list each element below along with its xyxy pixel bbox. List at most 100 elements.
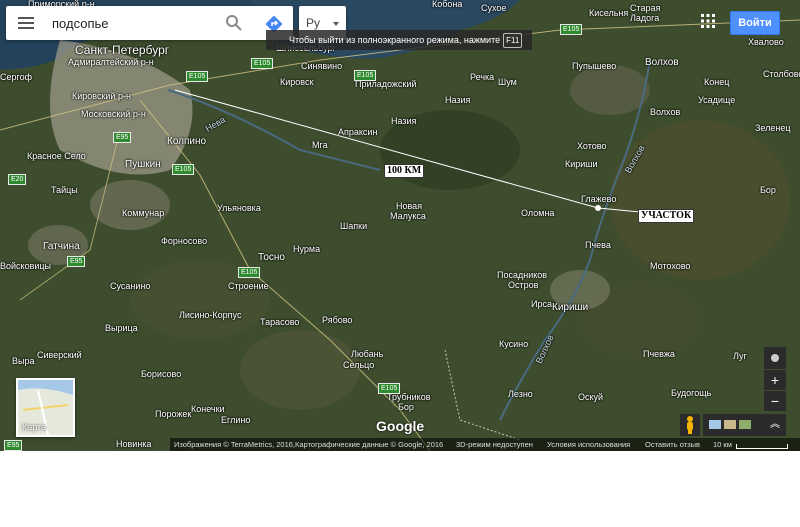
place-label: Кисельня bbox=[589, 8, 629, 18]
place-label: Сельцо bbox=[343, 360, 375, 370]
place-label: Вырица bbox=[105, 323, 138, 333]
place-label: Тарасово bbox=[260, 317, 300, 327]
compass-button[interactable] bbox=[764, 347, 786, 369]
place-label: Мга bbox=[312, 140, 328, 150]
place-label: Конечки bbox=[191, 404, 225, 414]
place-label: Волхов bbox=[650, 107, 681, 117]
place-label: Порожек bbox=[155, 409, 192, 419]
place-label: Апраксин bbox=[338, 127, 378, 137]
apps-grid-icon[interactable] bbox=[701, 14, 715, 28]
scale-bar bbox=[736, 444, 788, 449]
place-label: Кировский р-н bbox=[72, 91, 131, 101]
place-label: Выра bbox=[12, 356, 35, 366]
place-label: Тайцы bbox=[51, 185, 78, 195]
place-label: Бор bbox=[760, 185, 776, 195]
highway-shield: E95 bbox=[113, 132, 132, 143]
place-label: Усадище bbox=[698, 95, 736, 105]
highway-shield: E105 bbox=[172, 164, 195, 175]
pegman-icon bbox=[687, 416, 693, 434]
plot-annotation: УЧАСТОК bbox=[638, 209, 695, 223]
search-box bbox=[6, 6, 293, 40]
expand-icon[interactable]: ︽ bbox=[764, 414, 786, 436]
place-label: Сухое bbox=[481, 3, 507, 13]
place-label: Шум bbox=[498, 77, 517, 87]
place-label: Назия bbox=[391, 116, 417, 126]
signin-button[interactable]: Войти bbox=[730, 11, 780, 35]
pegman-button[interactable] bbox=[680, 414, 700, 436]
fullscreen-notice-key: F11 bbox=[503, 33, 523, 48]
chevron-down-icon bbox=[333, 22, 339, 26]
place-label: Посадников bbox=[497, 270, 548, 280]
highway-shield: E105 bbox=[238, 267, 261, 278]
highway-shield: E105 bbox=[251, 58, 274, 69]
zoom-in-button[interactable]: + bbox=[764, 370, 786, 390]
place-label: Форносово bbox=[161, 236, 208, 246]
place-label: Кириши bbox=[552, 302, 589, 313]
highway-shield: E20 bbox=[8, 174, 27, 185]
place-label: Приладожский bbox=[355, 79, 417, 89]
layer-thumb-terrain[interactable] bbox=[724, 420, 736, 429]
place-label: Речка bbox=[470, 72, 495, 82]
place-label: Луг bbox=[733, 351, 747, 361]
zoom-out-button[interactable]: − bbox=[764, 391, 786, 411]
place-label: Назия bbox=[445, 95, 471, 105]
compass-icon bbox=[771, 354, 779, 362]
place-label: Сергоф bbox=[0, 72, 33, 82]
place-label: Синявино bbox=[301, 61, 343, 71]
feedback-link[interactable]: Оставить отзыв bbox=[645, 438, 700, 451]
place-label: Кириши bbox=[565, 159, 598, 169]
highway-shield: E105 bbox=[186, 71, 209, 82]
place-label: Войсковицы bbox=[0, 261, 52, 271]
search-icon[interactable] bbox=[225, 14, 243, 32]
place-label: Пушкин bbox=[125, 159, 161, 170]
highway-shield: E95 bbox=[4, 440, 23, 451]
place-label: Хвалово bbox=[748, 37, 784, 47]
place-label: Конец bbox=[704, 77, 730, 87]
place-label: Сусанино bbox=[110, 281, 151, 291]
layer-thumb-earth[interactable] bbox=[739, 420, 751, 429]
place-label: Новая bbox=[396, 201, 423, 211]
menu-icon[interactable] bbox=[18, 17, 34, 29]
search-input[interactable] bbox=[52, 14, 212, 32]
highway-shield: E105 bbox=[378, 383, 401, 394]
place-label: Кобона bbox=[432, 0, 463, 9]
place-label: Кусино bbox=[499, 339, 529, 349]
layer-thumb-water[interactable] bbox=[709, 420, 721, 429]
place-label: Московский р-н bbox=[81, 109, 146, 119]
place-label: Колпино bbox=[167, 136, 207, 147]
place-label: Пупышево bbox=[572, 61, 617, 71]
map-type-label: Карта bbox=[22, 422, 47, 432]
place-label: Мотохово bbox=[650, 261, 691, 271]
place-label: Пчева bbox=[585, 240, 611, 250]
terms-link[interactable]: Условия использования bbox=[547, 438, 630, 451]
place-label: Лисино-Корпус bbox=[179, 310, 242, 320]
place-label: Глажево bbox=[581, 194, 617, 204]
place-label: Зеленец bbox=[755, 123, 791, 133]
place-label: Оломна bbox=[521, 208, 555, 218]
place-label: Старая bbox=[630, 3, 661, 13]
satellite-map[interactable]: Приморский р-н Кобона Сухое Кисельня Старая Л… bbox=[0, 0, 800, 451]
place-label: Любань bbox=[351, 349, 384, 359]
place-label: Адмиралтейский р-н bbox=[68, 57, 154, 67]
place-label: Будогощь bbox=[671, 388, 712, 398]
place-label: Ирса bbox=[531, 299, 552, 309]
place-label: Рябово bbox=[322, 315, 353, 325]
place-label: Новинка bbox=[116, 439, 152, 449]
place-label: Ульяновка bbox=[217, 203, 261, 213]
highway-shield: E95 bbox=[67, 256, 86, 267]
place-label: Еглино bbox=[221, 415, 251, 425]
fullscreen-notice-text: Чтобы выйти из полноэкранного режима, на… bbox=[289, 35, 501, 45]
place-label: Лезно bbox=[508, 389, 533, 399]
imagery-credit: Изображения © TerraMetrics, 2016,Картогр… bbox=[174, 440, 444, 449]
google-logo: Google bbox=[376, 418, 425, 434]
place-label: Хотово bbox=[577, 141, 607, 151]
place-label: Бор bbox=[398, 402, 414, 412]
map-type-thumbnail[interactable]: Карта bbox=[16, 378, 75, 437]
place-label: Пчевжа bbox=[643, 349, 675, 359]
three-d-status: 3D-режим недоступен bbox=[456, 440, 533, 449]
place-label: Гатчина bbox=[43, 241, 80, 252]
place-label: Санкт-Петербург bbox=[75, 43, 170, 57]
highway-shield: E105 bbox=[560, 24, 583, 35]
distance-annotation: 100 КМ bbox=[384, 164, 425, 178]
place-label: Остров bbox=[508, 280, 539, 290]
